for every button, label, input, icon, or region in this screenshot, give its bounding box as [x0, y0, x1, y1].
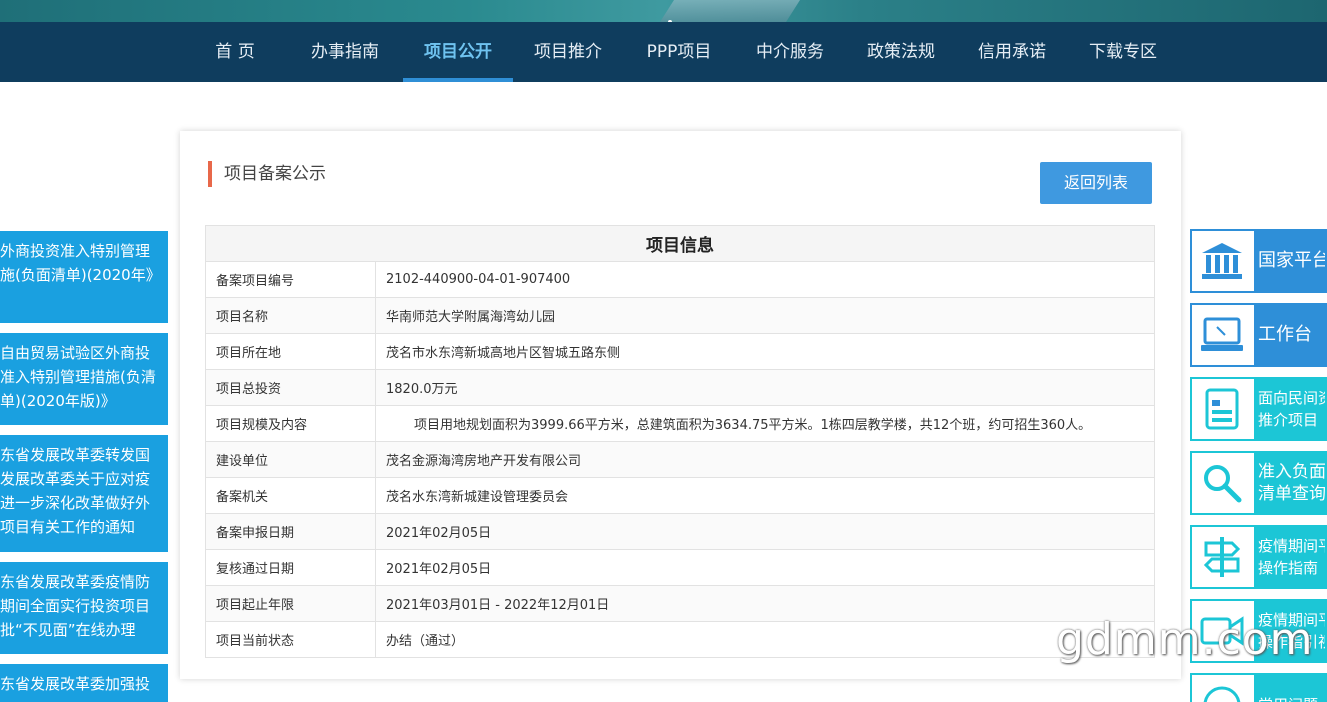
nav-item-download[interactable]: 下载专区 [1083, 22, 1163, 82]
right-link-label: 疫情期间平 操作指南 [1254, 527, 1325, 587]
row-value: 华南师范大学附属海湾幼儿园 [375, 297, 1155, 334]
document-list-icon [1192, 379, 1252, 439]
row-value: 2021年03月01日 - 2022年12月01日 [375, 585, 1155, 622]
nav-item-ppp[interactable]: PPP项目 [640, 22, 718, 82]
right-link-faq[interactable]: 常用问题 [1190, 673, 1327, 702]
right-link-national-platform[interactable]: 国家平台 [1190, 229, 1327, 293]
table-row: 项目总投资 1820.0万元 [205, 369, 1155, 406]
computer-monitor-icon [1192, 305, 1252, 365]
table-row: 项目规模及内容 项目用地规划面积为3999.66平方米，总建筑面积为3634.75… [205, 405, 1155, 442]
nav-item-project-promotion[interactable]: 项目推介 [528, 22, 608, 82]
right-link-label: 准入负面 清单查询 [1254, 453, 1325, 513]
right-link-label: 工作台 [1254, 305, 1325, 365]
row-label: 项目当前状态 [205, 621, 376, 658]
table-header: 项目信息 [205, 225, 1155, 262]
row-label: 建设单位 [205, 441, 376, 478]
right-link-epidemic-guide[interactable]: 疫情期间平 操作指南 [1190, 525, 1327, 589]
row-label: 项目规模及内容 [205, 405, 376, 442]
government-building-icon [1192, 231, 1252, 291]
row-value: 2021年02月05日 [375, 513, 1155, 550]
nav-item-credit[interactable]: 信用承诺 [972, 22, 1052, 82]
table-row: 建设单位 茂名金源海湾房地产开发有限公司 [205, 441, 1155, 478]
right-link-workbench[interactable]: 工作台 [1190, 303, 1327, 367]
site-watermark: gdmm.com [1056, 614, 1314, 665]
row-value: 2021年02月05日 [375, 549, 1155, 586]
row-value: 项目用地规划面积为3999.66平方米，总建筑面积为3634.75平方米。1栋四… [375, 405, 1155, 442]
card-title: 项目备案公示 [208, 161, 326, 187]
table-row: 项目起止年限 2021年03月01日 - 2022年12月01日 [205, 585, 1155, 622]
row-label: 备案申报日期 [205, 513, 376, 550]
row-value: 茂名金源海湾房地产开发有限公司 [375, 441, 1155, 478]
table-row: 复核通过日期 2021年02月05日 [205, 549, 1155, 586]
row-label: 项目所在地 [205, 333, 376, 370]
row-label: 复核通过日期 [205, 549, 376, 586]
row-value: 2102-440900-04-01-907400 [375, 261, 1155, 298]
search-icon [1192, 453, 1252, 513]
right-link-label: 国家平台 [1254, 231, 1325, 291]
back-to-list-button[interactable]: 返回列表 [1040, 162, 1152, 204]
right-link-label: 面向民间资 推介项目 [1254, 379, 1325, 439]
row-label: 项目名称 [205, 297, 376, 334]
left-link-strengthen-investment[interactable]: 东省发展改革委加强投 [0, 664, 168, 702]
left-link-no-meeting-approval[interactable]: 东省发展改革委疫情防期间全面实行投资项目批“不见面”在线办理 [0, 562, 168, 654]
right-link-label: 常用问题 [1254, 675, 1325, 702]
help-icon [1192, 675, 1252, 702]
row-label: 项目总投资 [205, 369, 376, 406]
main-nav: 首 页 办事指南 项目公开 项目推介 PPP项目 中介服务 政策法规 信用承诺 … [0, 22, 1327, 82]
row-value: 1820.0万元 [375, 369, 1155, 406]
row-value: 办结（通过） [375, 621, 1155, 658]
row-value: 茂名水东湾新城建设管理委员会 [375, 477, 1155, 514]
row-label: 备案机关 [205, 477, 376, 514]
table-row: 项目名称 华南师范大学附属海湾幼儿园 [205, 297, 1155, 334]
row-label: 备案项目编号 [205, 261, 376, 298]
left-link-negative-list-2020[interactable]: 外商投资准入特别管理施(负面清单)(2020年》 [0, 231, 168, 323]
top-banner-image [0, 0, 1327, 22]
table-row: 备案机关 茂名水东湾新城建设管理委员会 [205, 477, 1155, 514]
project-record-card: 项目备案公示 返回列表 项目信息 备案项目编号 2102-440900-04-01… [180, 131, 1181, 679]
bridge-graphic [660, 0, 800, 22]
nav-item-home[interactable]: 首 页 [204, 22, 266, 82]
nav-item-intermediary[interactable]: 中介服务 [750, 22, 830, 82]
left-link-epidemic-reform-notice[interactable]: 东省发展改革委转发国发展改革委关于应对疫进一步深化改革做好外项目有关工作的通知 [0, 435, 168, 552]
table-row: 项目所在地 茂名市水东湾新城高地片区智城五路东侧 [205, 333, 1155, 370]
table-row: 备案申报日期 2021年02月05日 [205, 513, 1155, 550]
left-link-ftz-negative-list[interactable]: 自由贸易试验区外商投准入特别管理措施(负清单)(2020年版)》 [0, 333, 168, 425]
signpost-icon [1192, 527, 1252, 587]
table-row: 备案项目编号 2102-440900-04-01-907400 [205, 261, 1155, 298]
nav-item-guide[interactable]: 办事指南 [305, 22, 385, 82]
row-label: 项目起止年限 [205, 585, 376, 622]
nav-item-policy[interactable]: 政策法规 [861, 22, 941, 82]
right-link-private-capital-projects[interactable]: 面向民间资 推介项目 [1190, 377, 1327, 441]
right-link-negative-list-query[interactable]: 准入负面 清单查询 [1190, 451, 1327, 515]
project-info-table: 项目信息 备案项目编号 2102-440900-04-01-907400 项目名称… [205, 225, 1155, 658]
row-value: 茂名市水东湾新城高地片区智城五路东侧 [375, 333, 1155, 370]
nav-item-project-public[interactable]: 项目公开 [403, 22, 513, 82]
table-row: 项目当前状态 办结（通过） [205, 621, 1155, 658]
